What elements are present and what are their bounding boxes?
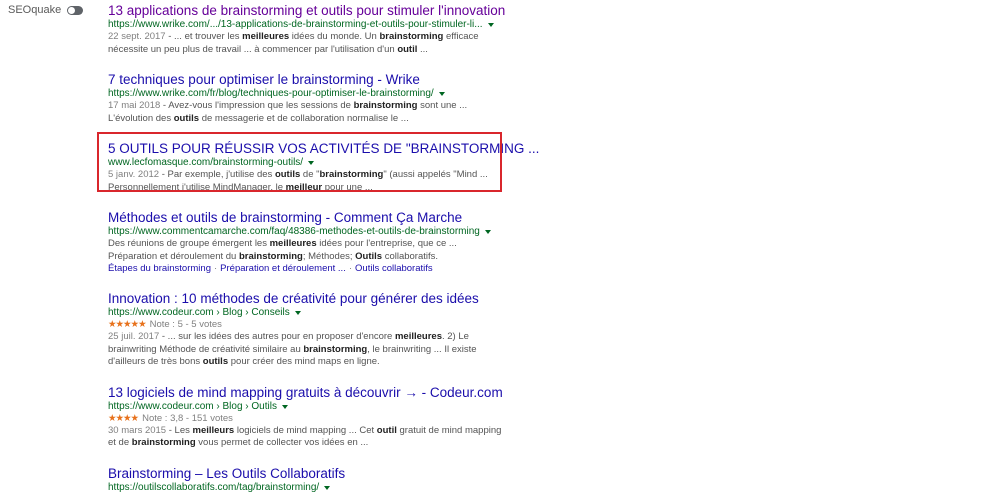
- star-rating-icon: ★★★★★: [108, 319, 147, 330]
- snippet-keyword: outils: [274, 169, 301, 180]
- snippet-text: Des réunions de groupe émergent les: [108, 238, 270, 249]
- snippet-keyword: brainstorming: [131, 437, 196, 448]
- snippet-keyword: outils: [173, 112, 200, 124]
- snippet-keyword: brainstorming: [303, 343, 368, 355]
- result-title-link[interactable]: 13 applications de brainstorming et outi…: [108, 2, 508, 19]
- result-snippet: 30 mars 2015 - Les meilleurs logiciels d…: [108, 425, 508, 450]
- snippet-keyword: brainstorming: [353, 100, 418, 111]
- snippet-text: ...: [417, 43, 428, 55]
- result-sitelinks: Étapes du brainstorming · Préparation et d…: [108, 263, 508, 275]
- snippet-text: idées du monde. Un: [289, 31, 380, 42]
- result-title-link[interactable]: 7 techniques pour optimiser le brainstor…: [108, 71, 508, 88]
- search-result: 13 logiciels de mind mapping gratuits à …: [108, 384, 508, 450]
- result-date: 30 mars 2015: [108, 424, 167, 436]
- url-dropdown-caret-icon[interactable]: [281, 404, 288, 409]
- snippet-text: vous permet de collecter vos idées en ..…: [195, 437, 369, 448]
- snippet-keyword: Outils: [355, 250, 383, 262]
- search-result: Brainstorming – Les Outils Collaboratifs…: [108, 465, 508, 494]
- url-dropdown-caret-icon[interactable]: [308, 161, 315, 165]
- rating-text: Note : 5 - 5 votes: [149, 319, 222, 330]
- url-dropdown-caret-icon[interactable]: [324, 485, 331, 490]
- result-url: www.lecfomasque.com/brainstorming-outils…: [108, 157, 304, 168]
- result-url-row: https://www.wrike.com/.../13-application…: [108, 19, 508, 31]
- result-title-link[interactable]: Méthodes et outils de brainstorming - Co…: [108, 209, 508, 226]
- seoquake-toggle-group: SEOquake: [8, 4, 84, 16]
- sitelink[interactable]: Préparation et déroulement ...: [220, 263, 346, 274]
- snippet-keyword: brainstorming: [238, 250, 303, 262]
- snippet-text: de messagerie et de collaboration normal…: [199, 112, 409, 124]
- result-url-row: https://outilscollaboratifs.com/tag/brai…: [108, 482, 508, 494]
- result-date: 25 juil. 2017: [108, 331, 160, 342]
- toggle-knob: [68, 6, 76, 14]
- snippet-keyword: outils: [202, 356, 229, 367]
- snippet-keyword: outil: [376, 424, 397, 436]
- result-url-row: https://www.wrike.com/fr/blog/techniques…: [108, 88, 508, 100]
- seoquake-label: SEOquake: [8, 4, 62, 16]
- result-title-link[interactable]: Innovation : 10 méthodes de créativité p…: [108, 290, 508, 307]
- result-rating: ★★★★ Note : 3,8 - 151 votes: [108, 413, 508, 425]
- result-url-row: https://www.commentcamarche.com/faq/4838…: [108, 226, 508, 238]
- result-url-row: https://www.codeur.com › Blog › Conseils: [108, 307, 508, 319]
- result-title-link[interactable]: 13 logiciels de mind mapping gratuits à …: [108, 384, 508, 401]
- seoquake-toggle[interactable]: [67, 5, 84, 15]
- snippet-text: - Par exemple, j'utilise des: [159, 169, 275, 180]
- snippet-keyword: meilleures: [242, 31, 290, 42]
- snippet-text: - ... sur les idées des autres pour en p…: [159, 331, 395, 342]
- result-url: https://www.codeur.com › Blog › Conseils: [108, 307, 290, 318]
- sitelink-separator: ·: [348, 263, 353, 274]
- snippet-text: - Les: [166, 424, 193, 436]
- snippet-text: pour créer des mind maps en ligne.: [228, 356, 380, 367]
- result-url-row: https://www.codeur.com › Blog › Outils: [108, 401, 508, 413]
- result-snippet: Des réunions de groupe émergent les meil…: [108, 238, 508, 263]
- search-result: 13 applications de brainstorming et outi…: [108, 2, 508, 56]
- snippet-text: logiciels de mind mapping ... Cet: [234, 424, 377, 436]
- result-snippet: 25 juil. 2017 - ... sur les idées des au…: [108, 331, 508, 369]
- snippet-keyword: meilleurs: [192, 424, 235, 436]
- result-url: https://outilscollaboratifs.com/tag/brai…: [108, 481, 320, 493]
- result-url-row: www.lecfomasque.com/brainstorming-outils…: [108, 157, 508, 169]
- search-result: 7 techniques pour optimiser le brainstor…: [108, 71, 508, 125]
- url-dropdown-caret-icon[interactable]: [484, 230, 491, 234]
- result-url: https://www.commentcamarche.com/faq/4838…: [108, 226, 480, 237]
- result-snippet: 22 sept. 2017 - ... et trouver les meill…: [108, 31, 508, 56]
- snippet-keyword: meilleures: [394, 331, 442, 342]
- rating-text: Note : 3,8 - 151 votes: [142, 412, 233, 424]
- snippet-text: - Avez-vous l'impression que les session…: [160, 100, 354, 111]
- result-date: 22 sept. 2017: [108, 31, 166, 42]
- snippet-text: collaboratifs.: [382, 250, 439, 262]
- sitelink-separator: ·: [213, 263, 218, 274]
- search-result: Méthodes et outils de brainstorming - Co…: [108, 209, 508, 275]
- result-date: 5 janv. 2012: [108, 169, 160, 180]
- url-dropdown-caret-icon[interactable]: [438, 92, 445, 96]
- sitelink[interactable]: Outils collaboratifs: [355, 263, 433, 274]
- snippet-text: de ": [300, 169, 320, 180]
- result-url: https://www.wrike.com/.../13-application…: [108, 19, 483, 30]
- result-title-link[interactable]: 5 OUTILS POUR RÉUSSIR VOS ACTIVITÉS DE "…: [108, 140, 539, 157]
- result-snippet: 5 janv. 2012 - Par exemple, j'utilise de…: [108, 169, 508, 194]
- snippet-keyword: meilleures: [269, 238, 317, 249]
- snippet-keyword: brainstorming: [379, 31, 444, 42]
- result-rating: ★★★★★ Note : 5 - 5 votes: [108, 319, 508, 331]
- url-dropdown-caret-icon[interactable]: [487, 23, 494, 27]
- snippet-text: - ... et trouver les: [165, 31, 243, 42]
- snippet-keyword: outil: [397, 43, 418, 55]
- url-dropdown-caret-icon[interactable]: [294, 311, 301, 315]
- sitelink[interactable]: Étapes du brainstorming: [108, 263, 211, 274]
- star-rating-icon: ★★★★: [108, 412, 139, 424]
- snippet-keyword: meilleur: [285, 181, 323, 193]
- snippet-keyword: brainstorming: [319, 169, 384, 180]
- search-result-highlighted: 5 OUTILS POUR RÉUSSIR VOS ACTIVITÉS DE "…: [108, 140, 539, 194]
- result-snippet: 17 mai 2018 - Avez-vous l'impression que…: [108, 100, 508, 125]
- search-results: 13 applications de brainstorming et outi…: [108, 0, 539, 494]
- result-url: https://www.wrike.com/fr/blog/techniques…: [108, 88, 434, 99]
- result-url: https://www.codeur.com › Blog › Outils: [108, 400, 277, 412]
- result-date: 17 mai 2018: [108, 100, 161, 111]
- search-result: Innovation : 10 méthodes de créativité p…: [108, 290, 508, 369]
- snippet-text: ; Méthodes;: [302, 250, 356, 262]
- snippet-text: pour une ...: [322, 181, 373, 193]
